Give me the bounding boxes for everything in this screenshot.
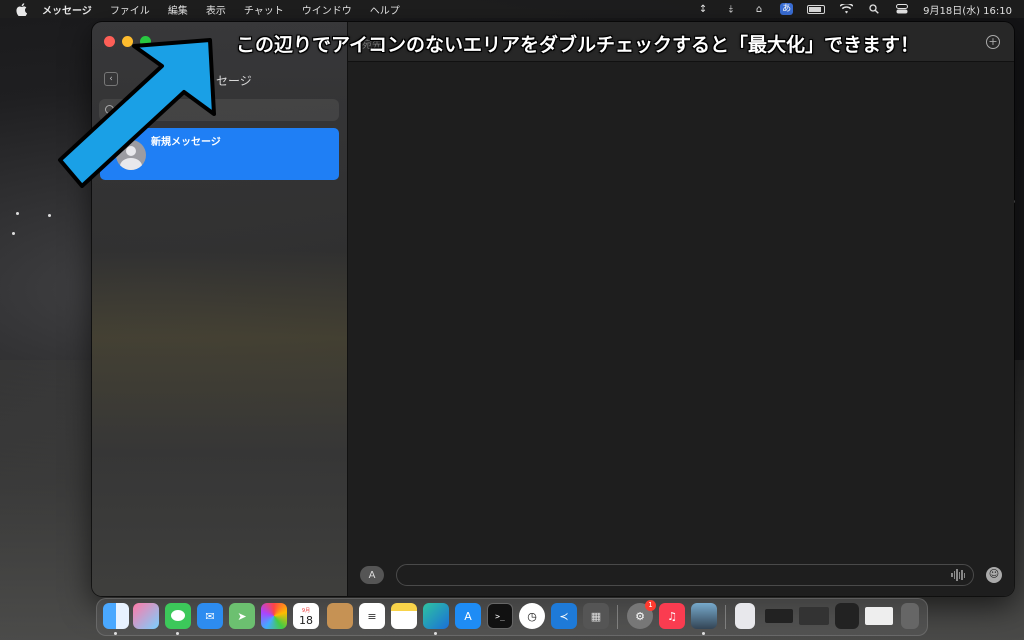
mail-icon[interactable]: ✉: [197, 603, 223, 629]
calendar-day: 18: [299, 614, 313, 627]
annotation-text: この辺りでアイコンのないエリアをダブルチェックすると「最大化」できます！: [236, 34, 920, 56]
preview-icon[interactable]: [691, 603, 717, 635]
dock-separator: [725, 605, 726, 629]
conversation-pane: 宛先: + A ☺: [348, 22, 1014, 596]
music-icon[interactable]: ♫: [659, 603, 685, 629]
status-area: ↕ ⤈ ⌂ あ 9月18日(水) 16:10: [696, 0, 1012, 18]
settings-badge: 1: [645, 600, 656, 611]
message-input[interactable]: [396, 564, 974, 586]
system-settings-icon[interactable]: ⚙ 1: [627, 600, 656, 629]
input-bar: A ☺: [348, 556, 1014, 596]
menu-window[interactable]: ウインドウ: [302, 2, 352, 17]
finder-icon[interactable]: [103, 603, 129, 635]
emoji-icon[interactable]: ☺: [986, 567, 1002, 583]
dock-separator: [617, 605, 618, 629]
dock: ✉ ➤ 9月 18 ≡ A >_ ◷ ≺ ▦ ⚙ 1 ♫: [96, 598, 928, 636]
calendar-icon[interactable]: 9月 18: [293, 603, 319, 629]
battery-icon[interactable]: [807, 4, 826, 14]
apple-menu-icon[interactable]: [14, 2, 28, 16]
window-thumbnail-1[interactable]: [765, 609, 793, 623]
window-thumbnail-3[interactable]: [835, 603, 859, 629]
spotlight-search-icon[interactable]: [867, 3, 881, 15]
menubar-clock[interactable]: 9月18日(水) 16:10: [923, 2, 1012, 17]
messages-window: ‹ メッセージ 新規メッセージ 宛先: + A ☺: [92, 22, 1014, 596]
control-center-icon[interactable]: [895, 3, 909, 15]
menu-bar: メッセージ ファイル 編集 表示 チャット ウインドウ ヘルプ ↕ ⤈ ⌂ あ …: [0, 0, 1024, 18]
menu-app-name[interactable]: メッセージ: [42, 2, 92, 17]
notes-icon[interactable]: [391, 603, 417, 629]
messages-icon[interactable]: [165, 603, 191, 635]
contacts-icon[interactable]: [327, 603, 353, 629]
app-store-icon[interactable]: A: [455, 603, 481, 629]
window-thumbnail-4[interactable]: [865, 607, 893, 625]
apps-button[interactable]: A: [360, 566, 384, 584]
document-icon[interactable]: [735, 603, 755, 629]
wifi-icon[interactable]: [839, 3, 853, 15]
window-thumbnail-2[interactable]: [799, 607, 829, 625]
reminders-icon[interactable]: ≡: [359, 603, 385, 629]
annotation-arrow-icon: [58, 38, 216, 188]
input-method-badge[interactable]: あ: [780, 3, 794, 15]
edge-browser-icon[interactable]: [423, 603, 449, 635]
menu-edit[interactable]: 編集: [168, 2, 188, 17]
terminal-icon[interactable]: >_: [487, 603, 513, 629]
menu-chat[interactable]: チャット: [244, 2, 284, 17]
launchpad-icon[interactable]: [133, 603, 159, 629]
updown-arrow-icon[interactable]: ↕: [696, 3, 710, 15]
maps-icon[interactable]: ➤: [229, 603, 255, 629]
vpn-icon[interactable]: ⌂: [752, 3, 766, 15]
photos-icon[interactable]: [261, 603, 287, 629]
trash-icon[interactable]: [901, 603, 919, 629]
calculator-icon[interactable]: ▦: [583, 603, 609, 629]
menu-help[interactable]: ヘルプ: [370, 2, 400, 17]
menu-view[interactable]: 表示: [206, 2, 226, 17]
clock-icon[interactable]: ◷: [519, 603, 545, 629]
vscode-icon[interactable]: ≺: [551, 603, 577, 629]
add-recipient-icon[interactable]: +: [986, 35, 1000, 49]
audio-waveform-icon[interactable]: [951, 569, 965, 581]
airplay-arrow-icon[interactable]: ⤈: [724, 3, 738, 15]
menu-file[interactable]: ファイル: [110, 2, 150, 17]
